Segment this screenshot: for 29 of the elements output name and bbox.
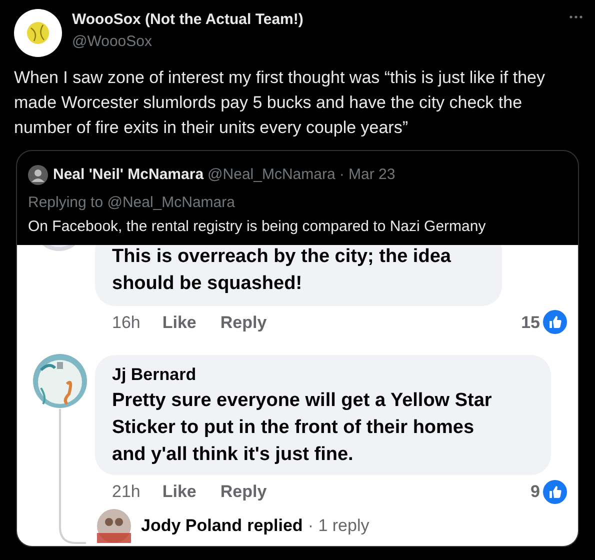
quoted-date[interactable]: · Mar 23 xyxy=(339,164,396,186)
tweet-text: When I saw zone of interest my first thought was “this is just like if they made Worcester slumlords pay 5 bucks and have the city check the number of fire exits in their units every couple years” xyxy=(13,67,546,139)
like-icon xyxy=(543,480,567,504)
author-name[interactable]: WoooSox (Not the Actual Team!) xyxy=(72,10,304,30)
replied-text[interactable]: replied xyxy=(247,512,303,538)
quoted-author-name[interactable]: Neal 'Neil' McNamara xyxy=(53,164,204,186)
comment-text: Pretty sure everyone will get a Yellow Star Sticker to put in the front of their homes and y'all think it's just fine. xyxy=(112,389,493,467)
quoted-author-handle[interactable]: @Neal_McNamara xyxy=(208,164,336,186)
quoted-tweet-card[interactable] xyxy=(16,150,579,546)
reaction-count: 9 xyxy=(530,481,540,503)
comment-time: 16h xyxy=(112,312,140,334)
quoted-text: On Facebook, the rental registry is being compared to Nazi Germany xyxy=(27,216,486,236)
commenter-name[interactable]: Jj Bernard xyxy=(112,363,196,387)
like-icon xyxy=(543,310,567,334)
like-link[interactable]: Like xyxy=(162,479,196,504)
replier-name[interactable]: Jody Poland xyxy=(141,512,242,538)
reply-link[interactable]: Reply xyxy=(220,479,267,504)
reply-count-link[interactable]: · 1 reply xyxy=(308,512,370,538)
avatar-icon[interactable] xyxy=(14,9,62,57)
more-icon[interactable] xyxy=(569,15,583,19)
replying-to-text: Replying to @Neal_McNamara xyxy=(27,192,235,212)
reaction-count: 15 xyxy=(521,312,540,334)
comment-text: This is overreach by the city; the idea should be squashed! xyxy=(112,244,452,296)
avatar-icon[interactable] xyxy=(97,508,131,542)
comment-time: 21h xyxy=(112,481,140,503)
author-handle[interactable]: @WoooSox xyxy=(72,32,152,52)
like-link[interactable]: Like xyxy=(162,310,196,335)
avatar-icon[interactable] xyxy=(28,165,48,186)
reply-link[interactable]: Reply xyxy=(220,310,267,335)
